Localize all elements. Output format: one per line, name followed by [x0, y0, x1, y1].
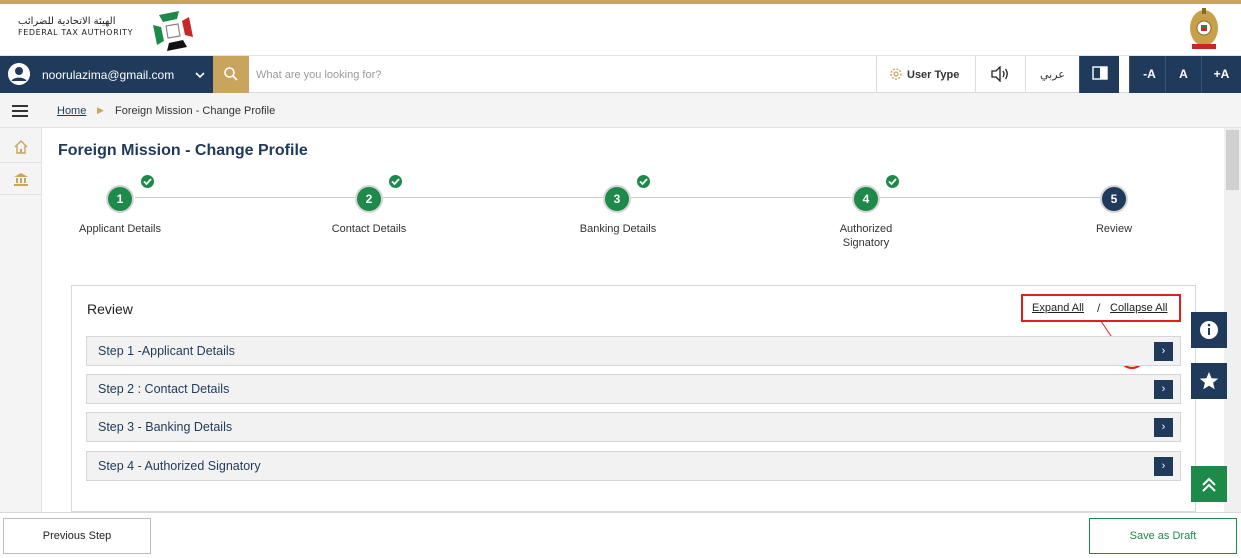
fta-logo-icon[interactable]: [150, 8, 196, 54]
chevron-right-icon[interactable]: ›: [1154, 380, 1173, 399]
sidebar-item-dashboard[interactable]: [0, 163, 42, 195]
step-4-circle: 4: [852, 185, 880, 213]
chevron-down-icon: [195, 72, 205, 79]
search-input[interactable]: [256, 62, 866, 87]
authority-name-english: FEDERAL TAX AUTHORITY: [18, 28, 134, 37]
favorite-button[interactable]: [1191, 363, 1227, 399]
step-1-circle: 1: [106, 185, 134, 213]
step-2-circle: 2: [355, 185, 383, 213]
step-2-check-icon: [387, 173, 404, 190]
review-heading: Review: [87, 301, 133, 317]
user-account-menu[interactable]: noorulazima@gmail.com: [0, 56, 213, 93]
font-decrease-button[interactable]: -A: [1129, 56, 1169, 93]
step-4-check-icon: [884, 173, 901, 190]
user-type-selector[interactable]: User Type: [889, 67, 959, 81]
info-icon: [1200, 321, 1218, 339]
top-nav-bar: noorulazima@gmail.com User Type عربي -A …: [0, 56, 1241, 93]
step-3-label: Banking Details: [579, 223, 657, 235]
home-icon: [14, 140, 28, 154]
uae-emblem-icon: [1190, 8, 1218, 49]
accordion-step-1[interactable]: Step 1 -Applicant Details ›: [86, 336, 1181, 366]
left-sidebar: [0, 128, 42, 512]
link-separator: /: [1097, 301, 1101, 315]
language-toggle[interactable]: عربي: [1040, 68, 1065, 81]
chevron-right-icon[interactable]: ›: [1154, 342, 1173, 361]
user-email-label: noorulazima@gmail.com: [42, 68, 175, 82]
logo-bar: الهيئة الاتحادية للضرائب FEDERAL TAX AUT…: [0, 4, 1241, 56]
search-icon: [224, 67, 238, 81]
chevron-right-icon[interactable]: ›: [1154, 418, 1173, 437]
step-1-label: Applicant Details: [79, 223, 161, 235]
info-button[interactable]: [1191, 312, 1227, 348]
authority-name-arabic: الهيئة الاتحادية للضرائب: [18, 16, 116, 27]
search-button[interactable]: [213, 56, 249, 93]
star-icon: [1199, 372, 1219, 390]
step-5-circle: 5: [1100, 185, 1128, 213]
speaker-icon[interactable]: [990, 66, 1010, 82]
chevron-right-icon[interactable]: ›: [1154, 457, 1173, 476]
user-avatar-icon: [8, 63, 30, 85]
scrollbar-thumb[interactable]: [1226, 130, 1239, 190]
step-3-circle: 3: [603, 185, 631, 213]
step-5-label: Review: [1095, 223, 1133, 235]
nav-divider: [876, 56, 877, 93]
collapse-all-link[interactable]: Collapse All: [1110, 302, 1167, 314]
font-normal-button[interactable]: A: [1165, 56, 1201, 93]
nav-divider: [1025, 56, 1026, 93]
accordion-step-3[interactable]: Step 3 - Banking Details ›: [86, 412, 1181, 442]
accordion-label: Step 4 - Authorized Signatory: [98, 459, 261, 473]
accordion-label: Step 2 : Contact Details: [98, 382, 230, 396]
accordion-label: Step 1 -Applicant Details: [98, 344, 235, 358]
nav-divider: [975, 56, 976, 93]
sidebar-item-home[interactable]: [0, 131, 42, 163]
user-type-label: User Type: [907, 69, 960, 81]
contrast-toggle-button[interactable]: [1079, 56, 1119, 93]
contrast-icon: [1091, 66, 1108, 80]
page-title: Foreign Mission - Change Profile: [58, 142, 308, 159]
footer-bar: Previous Step Save as Draft: [0, 512, 1241, 558]
hamburger-menu-icon[interactable]: [12, 105, 28, 117]
expand-all-link[interactable]: Expand All: [1032, 302, 1084, 314]
scroll-to-top-button[interactable]: [1191, 466, 1227, 502]
accordion-label: Step 3 - Banking Details: [98, 420, 233, 434]
gear-icon: [890, 68, 902, 80]
breadcrumb: Home ▶ Foreign Mission - Change Profile: [0, 93, 1241, 128]
step-3-check-icon: [635, 173, 652, 190]
breadcrumb-home-link[interactable]: Home: [57, 105, 86, 117]
step-1-check-icon: [139, 173, 156, 190]
accordion-step-4[interactable]: Step 4 - Authorized Signatory ›: [86, 451, 1181, 481]
save-draft-button[interactable]: Save as Draft: [1089, 518, 1237, 554]
accordion-step-2[interactable]: Step 2 : Contact Details ›: [86, 374, 1181, 404]
breadcrumb-current: Foreign Mission - Change Profile: [115, 105, 276, 117]
step-2-label: Contact Details: [331, 223, 407, 235]
bank-icon: [14, 173, 28, 186]
previous-step-button[interactable]: Previous Step: [3, 518, 151, 554]
double-chevron-up-icon: [1202, 477, 1216, 492]
font-increase-button[interactable]: +A: [1201, 56, 1241, 93]
step-4-label: Authorized Signatory: [839, 223, 893, 249]
breadcrumb-arrow-icon: ▶: [97, 105, 104, 115]
